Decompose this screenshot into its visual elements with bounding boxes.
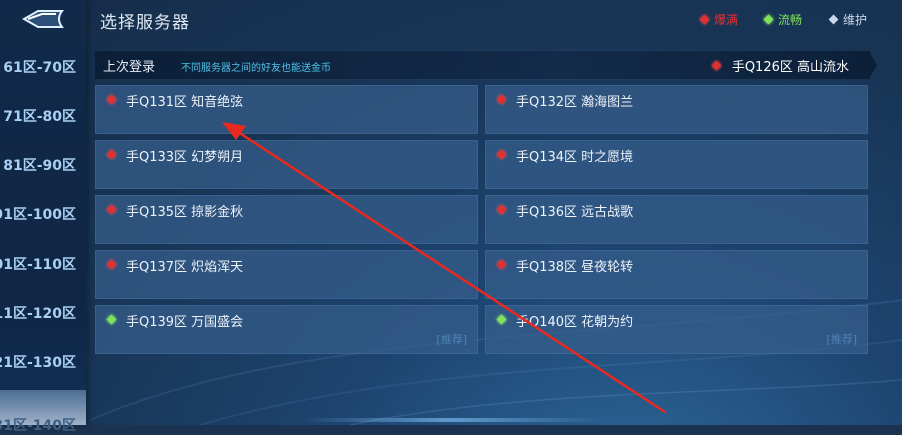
green-diamond-icon [496,314,507,325]
legend-smooth: 流畅 [763,11,803,28]
sidebar-item-label: 101区-110区 [0,257,76,273]
red-diamond-icon [496,259,507,270]
red-diamond-icon [106,149,117,160]
server-card[interactable]: 手Q137区 炽焰浑天 [95,250,478,299]
legend-maintenance: 维护 [828,11,868,28]
recommend-tag: [推荐] [436,333,467,346]
zone-sidebar: 61区-70区 71区-80区 81区-90区 91区-100区 101区-11… [0,0,86,434]
server-name: 手Q137区 炽焰浑天 [126,260,244,275]
server-name: 手Q140区 花朝为约 [516,315,634,330]
red-diamond-icon [699,14,710,25]
red-diamond-icon [106,259,117,270]
bar-cap [869,51,877,79]
server-card[interactable]: 手Q133区 幻梦朔月 [95,140,478,189]
green-diamond-icon [106,314,117,325]
red-diamond-icon [496,149,507,160]
server-card[interactable]: 手Q131区 知音绝弦 [95,85,478,134]
bottom-glow [300,418,600,422]
sidebar-item-91-100[interactable]: 91区-100区 [0,192,86,236]
server-name: 手Q133区 幻梦朔月 [126,150,244,165]
server-card[interactable]: 手Q135区 掠影金秋 [95,195,478,244]
legend-label: 爆满 [714,13,739,27]
sidebar-item-131-140[interactable]: 131区-140区 [0,390,86,434]
sidebar-item-111-120[interactable]: 111区-120区 [0,291,86,335]
server-card[interactable]: 手Q138区 昼夜轮转 [485,250,868,299]
sidebar-item-101-110[interactable]: 101区-110区 [0,242,86,286]
sidebar-item-label: 121区-130区 [0,355,76,371]
server-name: 手Q131区 知音绝弦 [126,95,244,110]
red-diamond-icon [106,204,117,215]
last-login-bar: 上次登录 不同服务器之间的好友也能送金币 手Q126区 高山流水 [95,50,877,80]
red-diamond-icon [496,94,507,105]
server-card[interactable]: 手Q139区 万国盛会 [推荐] [95,305,478,354]
legend-full: 爆满 [699,11,739,28]
sidebar-item-label: 61区-70区 [3,60,76,76]
recommend-tag: [推荐] [826,333,857,346]
last-login-label: 上次登录 [103,60,156,75]
legend-label: 维护 [843,13,868,27]
server-card[interactable]: 手Q140区 花朝为约 [推荐] [485,305,868,354]
red-diamond-icon [711,60,722,71]
red-diamond-icon [496,204,507,215]
white-diamond-icon [828,14,839,25]
server-name: 手Q134区 时之愿境 [516,150,634,165]
back-arrow-icon[interactable] [18,8,66,30]
last-login-server-name: 手Q126区 高山流水 [731,60,849,75]
server-name: 手Q135区 掠影金秋 [126,205,244,220]
sidebar-item-label: 91区-100区 [0,207,76,223]
server-card[interactable]: 手Q132区 瀚海图兰 [485,85,868,134]
last-login-tip: 不同服务器之间的好友也能送金币 [181,63,331,74]
red-diamond-icon [106,94,117,105]
green-diamond-icon [763,14,774,25]
server-card[interactable]: 手Q136区 远古战歌 [485,195,868,244]
sidebar-item-71-80[interactable]: 71区-80区 [0,94,86,138]
server-name: 手Q132区 瀚海图兰 [516,95,634,110]
server-name: 手Q138区 昼夜轮转 [516,260,634,275]
legend-label: 流畅 [778,13,803,27]
sidebar-item-81-90[interactable]: 81区-90区 [0,143,86,187]
server-name: 手Q136区 远古战歌 [516,205,634,220]
sidebar-item-label: 131区-140区 [0,418,76,434]
sidebar-item-61-70[interactable]: 61区-70区 [0,45,86,89]
page-title: 选择服务器 [100,13,190,33]
sidebar-item-121-130[interactable]: 121区-130区 [0,340,86,384]
sidebar-item-label: 71区-80区 [3,109,76,125]
sidebar-item-label: 81区-90区 [3,158,76,174]
server-card[interactable]: 手Q134区 时之愿境 [485,140,868,189]
last-login-server[interactable]: 手Q126区 高山流水 [711,56,849,75]
server-name: 手Q139区 万国盛会 [126,315,244,330]
sidebar-item-label: 111区-120区 [0,306,76,322]
